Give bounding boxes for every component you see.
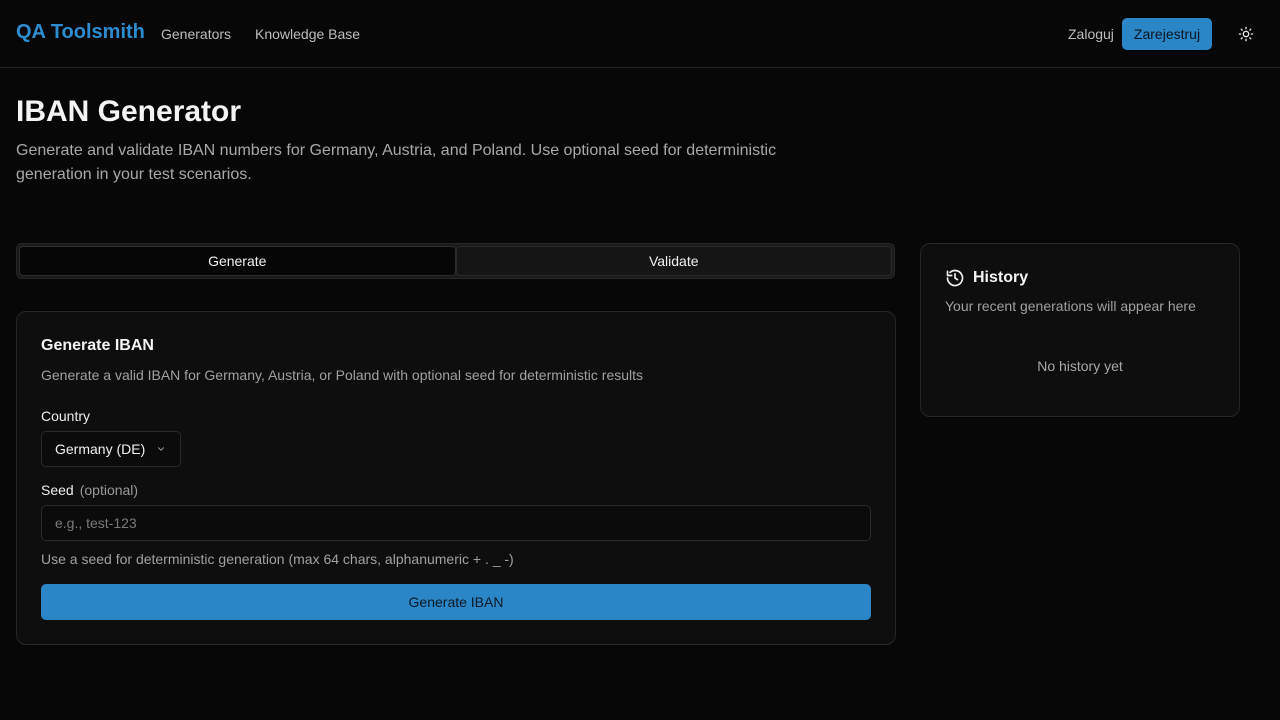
sun-icon [1238, 26, 1254, 42]
country-select-value: Germany (DE) [55, 441, 146, 457]
generate-card-title: Generate IBAN [41, 337, 154, 354]
history-icon [946, 269, 964, 287]
generate-iban-card: Generate IBAN Generate a valid IBAN for … [16, 311, 896, 645]
history-title: History [973, 269, 1029, 286]
country-label: Country [41, 408, 91, 424]
theme-toggle-button[interactable] [1234, 22, 1258, 46]
seed-hint: Use a seed for deterministic generation … [41, 551, 514, 567]
seed-label-text: Seed [41, 482, 74, 498]
nav-link-knowledge-base[interactable]: Knowledge Base [255, 26, 360, 42]
history-empty-state: No history yet [1037, 358, 1123, 374]
country-select[interactable]: Germany (DE) [41, 431, 181, 467]
generate-iban-button[interactable]: Generate IBAN [41, 584, 871, 620]
seed-optional-text: (optional) [79, 482, 139, 498]
register-button[interactable]: Zarejestruj [1122, 18, 1212, 50]
seed-label: Seed (optional) [41, 482, 138, 498]
brand-logo-link[interactable]: QA Toolsmith [16, 21, 145, 44]
tab-validate[interactable]: Validate [455, 246, 892, 276]
history-description: Your recent generations will appear here [945, 298, 1196, 314]
page-description: Generate and validate IBAN numbers for G… [16, 142, 777, 183]
history-panel: History Your recent generations will app… [920, 243, 1240, 417]
chevron-down-icon [157, 447, 165, 451]
seed-input[interactable] [41, 505, 871, 541]
mode-tabs: Generate Validate [16, 243, 895, 279]
tab-generate[interactable]: Generate [19, 246, 456, 276]
top-navigation-bar: QA Toolsmith Generators Knowledge Base Z… [0, 0, 1280, 68]
login-link[interactable]: Zaloguj [1068, 26, 1114, 42]
nav-link-generators[interactable]: Generators [161, 26, 231, 42]
generate-card-description: Generate a valid IBAN for Germany, Austr… [41, 367, 644, 383]
page-title: IBAN Generator [16, 95, 242, 128]
